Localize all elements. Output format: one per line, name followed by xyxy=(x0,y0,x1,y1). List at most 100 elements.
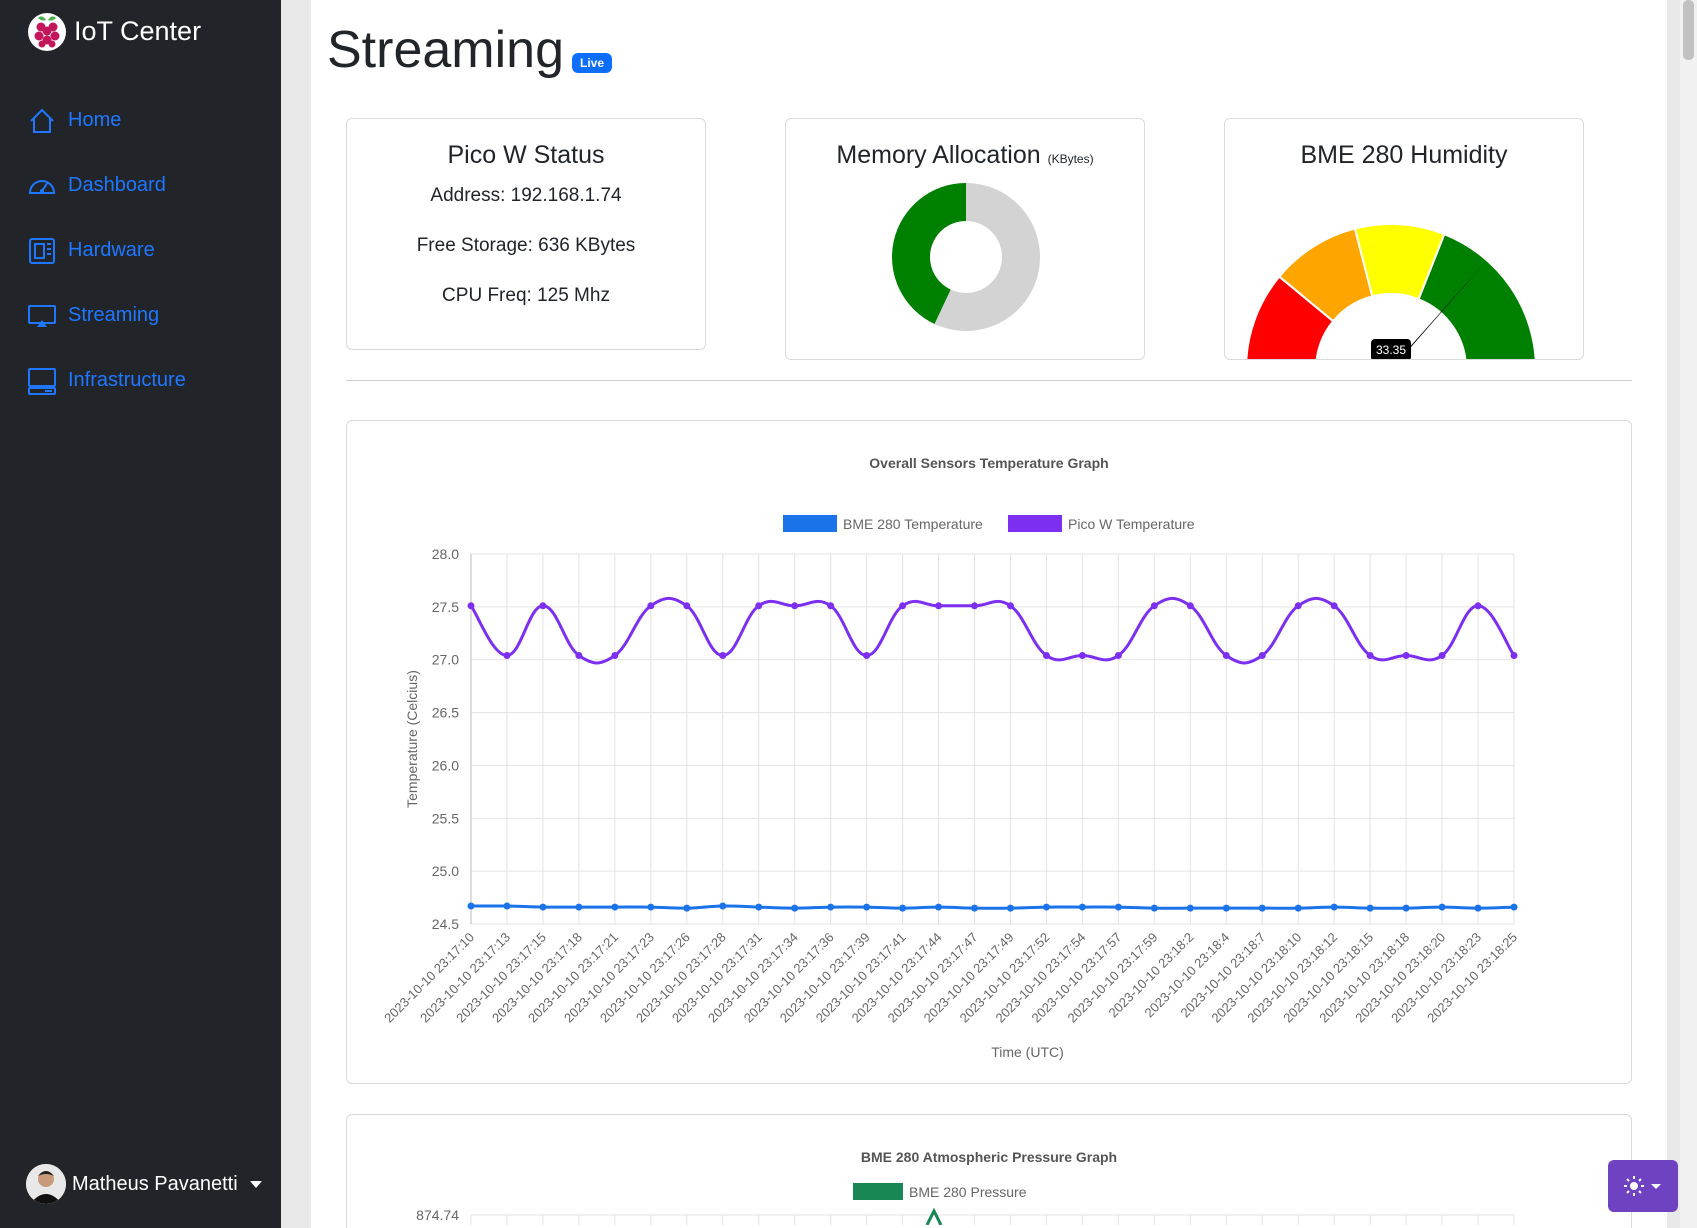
y-tick-label: 25.5 xyxy=(432,810,459,826)
legend-swatch xyxy=(783,515,837,532)
sidebar-item-label: Streaming xyxy=(68,304,160,326)
data-point xyxy=(1150,904,1158,912)
pressure-chart-card: BME 280 Atmospheric Pressure Graph BME 2… xyxy=(346,1114,1632,1228)
data-point xyxy=(1114,651,1122,659)
temperature-chart: BME 280 Temperature Pico W Temperature 28.… xyxy=(381,515,1520,1060)
data-point xyxy=(899,602,907,610)
page-title: Streaming xyxy=(327,21,564,79)
data-point xyxy=(719,651,727,659)
brand-title: IoT Center xyxy=(74,15,202,46)
sidebar-item-hardware[interactable]: Hardware xyxy=(26,218,186,283)
display-icon xyxy=(26,300,58,332)
sidebar-item-label: Hardware xyxy=(68,239,155,261)
main-content: Streaming Live Pico W Status Address: 19… xyxy=(311,0,1667,1228)
data-point xyxy=(1366,651,1374,659)
data-point xyxy=(791,904,799,912)
raspberry-logo-icon xyxy=(28,13,66,51)
humidity-gauge: 33.35 xyxy=(1245,223,1537,359)
divider xyxy=(346,380,1632,381)
data-point xyxy=(755,602,763,610)
data-point xyxy=(1186,904,1194,912)
sun-icon xyxy=(1624,1176,1661,1196)
memory-donut-chart xyxy=(892,183,1040,331)
scrollbar-thumb[interactable] xyxy=(1683,0,1694,60)
brand[interactable]: IoT Center xyxy=(26,10,201,52)
chevron-down-icon xyxy=(249,1180,262,1188)
sidebar-item-label: Home xyxy=(68,109,122,131)
data-point xyxy=(539,602,547,610)
humidity-card: BME 280 Humidity 33.35 xyxy=(1224,118,1584,360)
sidebar-item-streaming[interactable]: Streaming xyxy=(26,283,186,348)
data-point xyxy=(1294,904,1302,912)
sidebar-item-infrastructure[interactable]: Infrastructure xyxy=(26,348,186,413)
data-point xyxy=(611,651,619,659)
data-point xyxy=(1438,903,1446,911)
data-point xyxy=(863,903,871,911)
data-point xyxy=(647,602,655,610)
speedometer-icon xyxy=(26,170,58,202)
theme-toggle-button[interactable] xyxy=(1608,1160,1678,1212)
data-point xyxy=(1186,602,1194,610)
series-line xyxy=(469,596,1516,665)
data-point xyxy=(1042,651,1050,659)
y-tick-label: 26.0 xyxy=(432,757,459,773)
data-point xyxy=(1438,651,1446,659)
data-point xyxy=(1114,903,1122,911)
pico-cpu-freq: CPU Freq: 125 Mhz xyxy=(442,285,610,306)
y-tick-label: 25.0 xyxy=(432,863,459,879)
home-icon xyxy=(26,105,58,137)
pico-storage: Free Storage: 636 KBytes xyxy=(416,235,636,256)
y-tick-label: 24.5 xyxy=(432,916,459,932)
data-point xyxy=(1078,651,1086,659)
y-tick-label: 27.5 xyxy=(432,599,459,615)
sidebar: IoT Center Home Dashboard Hardware Strea… xyxy=(0,0,281,1228)
data-point xyxy=(611,903,619,911)
series-line xyxy=(925,1207,943,1225)
legend-swatch xyxy=(853,1183,903,1200)
data-point xyxy=(899,904,907,912)
legend-label: Pico W Temperature xyxy=(1068,516,1195,532)
data-point xyxy=(1006,602,1014,610)
pressure-chart: BME 280 Pressure 874.74 xyxy=(416,1183,1515,1225)
memory-unit: (KBytes) xyxy=(1047,152,1094,166)
sidebar-item-dashboard[interactable]: Dashboard xyxy=(26,153,186,218)
data-point xyxy=(1510,651,1518,659)
data-point xyxy=(1006,904,1014,912)
sidebar-nav: Home Dashboard Hardware Streaming Infras… xyxy=(26,88,186,413)
data-point xyxy=(575,903,583,911)
data-point xyxy=(539,903,547,911)
data-point xyxy=(935,602,943,610)
data-point xyxy=(1474,904,1482,912)
y-tick-label: 28.0 xyxy=(432,546,459,562)
cpu-icon xyxy=(26,235,58,267)
data-point xyxy=(1258,904,1266,912)
data-point xyxy=(1366,904,1374,912)
user-menu[interactable]: Matheus Pavanetti xyxy=(26,1164,262,1204)
data-point xyxy=(683,602,691,610)
humidity-title: BME 280 Humidity xyxy=(1300,141,1508,169)
y-axis-label: Temperature (Celcius) xyxy=(404,670,420,808)
data-point xyxy=(1150,602,1158,610)
sidebar-item-home[interactable]: Home xyxy=(26,88,186,153)
y-tick-label: 26.5 xyxy=(432,705,459,721)
data-point xyxy=(1510,903,1518,911)
data-point xyxy=(719,902,727,910)
data-point xyxy=(1222,651,1230,659)
legend-label: BME 280 Temperature xyxy=(843,516,983,532)
pico-status-title: Pico W Status xyxy=(447,141,605,169)
data-point xyxy=(863,651,871,659)
server-icon xyxy=(26,365,58,397)
data-point xyxy=(467,902,475,910)
data-point xyxy=(935,903,943,911)
data-point xyxy=(467,602,475,610)
data-point xyxy=(1330,903,1338,911)
data-point xyxy=(683,904,691,912)
data-point xyxy=(503,651,511,659)
scrollbar[interactable] xyxy=(1680,0,1697,1228)
y-tick-label: 874.74 xyxy=(416,1207,459,1223)
sidebar-item-label: Dashboard xyxy=(68,174,166,196)
data-point xyxy=(827,903,835,911)
data-point xyxy=(647,903,655,911)
data-point xyxy=(1402,904,1410,912)
data-point xyxy=(1078,903,1086,911)
